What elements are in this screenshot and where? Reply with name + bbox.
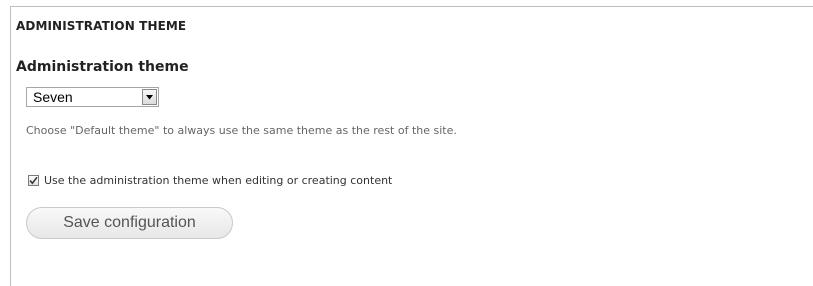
- dropdown-arrow-icon[interactable]: [142, 89, 157, 105]
- triangle-down-icon: [146, 94, 153, 99]
- use-admin-theme-label: Use the administration theme when editin…: [44, 174, 393, 187]
- admin-theme-panel: [10, 6, 813, 286]
- use-admin-theme-checkbox[interactable]: [28, 175, 39, 186]
- admin-theme-label: Administration theme: [16, 59, 189, 75]
- section-title: ADMINISTRATION THEME: [16, 19, 187, 33]
- admin-theme-description: Choose "Default theme" to always use the…: [26, 124, 457, 137]
- admin-theme-select-value: Seven: [33, 89, 73, 105]
- admin-theme-select[interactable]: Seven: [26, 87, 159, 107]
- use-admin-theme-option[interactable]: Use the administration theme when editin…: [28, 174, 392, 187]
- checkmark-icon: [29, 176, 38, 185]
- save-configuration-button[interactable]: Save configuration: [26, 207, 233, 239]
